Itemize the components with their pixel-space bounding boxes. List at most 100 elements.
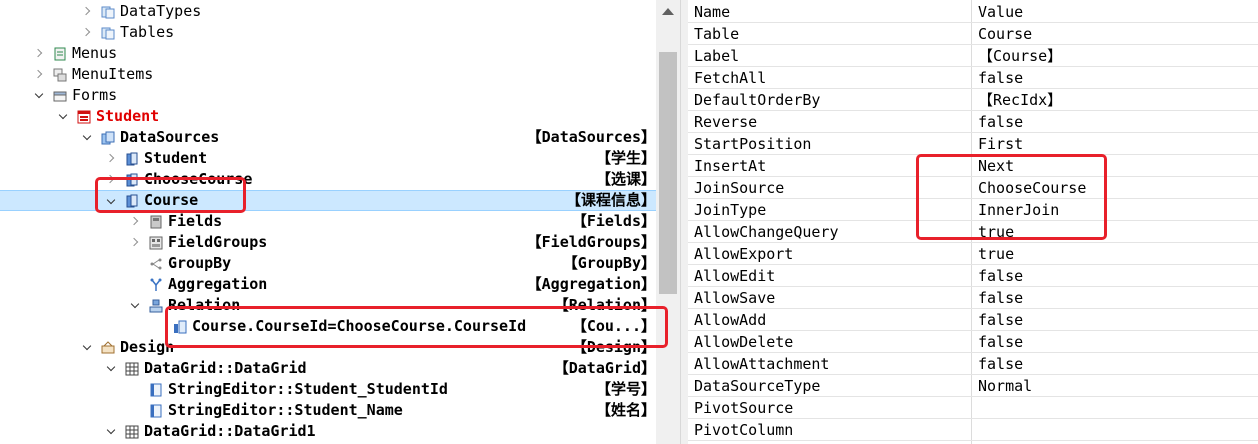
property-value[interactable]: false <box>972 308 1258 330</box>
expand-right-chevron-icon[interactable] <box>33 64 45 85</box>
property-name: AllowAttachment <box>694 355 830 373</box>
string-editor-icon <box>149 403 163 418</box>
property-row[interactable]: Label 【Course】 <box>688 44 1258 67</box>
datasource-icon <box>125 151 139 166</box>
property-row[interactable]: DataSourceType Normal <box>688 374 1258 397</box>
tree-node-label: Tables <box>120 23 175 41</box>
tree-node[interactable]: DataGrid::DataGrid1 <box>0 421 656 442</box>
menu-icon <box>53 46 67 61</box>
expand-down-chevron-icon[interactable] <box>105 421 117 442</box>
tree-node[interactable]: Forms <box>0 85 656 106</box>
tree-node-caption: 【选课】 <box>593 169 656 190</box>
tree-node-label: GroupBy <box>168 254 232 272</box>
property-name: Reverse <box>694 113 758 131</box>
property-name: AllowEdit <box>694 267 776 285</box>
property-value[interactable]: 【Course】 <box>972 44 1258 66</box>
tree-node-caption: 【GroupBy】 <box>560 253 656 274</box>
property-value[interactable]: true <box>972 242 1258 264</box>
expand-down-chevron-icon[interactable] <box>81 337 93 358</box>
tree-node-caption: 【学号】 <box>593 379 656 400</box>
tree-node-label: DataGrid::DataGrid1 <box>144 422 316 440</box>
tree-scrollbar[interactable] <box>656 0 680 444</box>
property-row[interactable]: PivotColumn <box>688 418 1258 441</box>
tree-node[interactable]: FieldGroups 【FieldGroups】 <box>0 232 656 253</box>
expand-down-chevron-icon[interactable] <box>129 295 141 316</box>
scroll-thumb[interactable] <box>659 52 677 294</box>
tree-node-label: Forms <box>72 86 118 104</box>
tree-node[interactable]: DataGrid::DataGrid 【DataGrid】 <box>0 358 656 379</box>
tree-node-caption: 【Fields】 <box>569 211 656 232</box>
property-row[interactable]: PivotSource <box>688 396 1258 419</box>
tree-node-caption: 【DataGrid】 <box>551 358 656 379</box>
property-value[interactable]: false <box>972 110 1258 132</box>
property-value[interactable]: false <box>972 352 1258 374</box>
expand-down-chevron-icon[interactable] <box>57 106 69 127</box>
tree-node[interactable]: Menus <box>0 43 656 64</box>
property-value[interactable]: Normal <box>972 374 1258 396</box>
solution-tree[interactable]: DataTypes Tables Menus MenuItems Forms Studen… <box>0 0 656 444</box>
property-name: AllowDelete <box>694 333 794 351</box>
property-name: AllowAdd <box>694 311 767 329</box>
property-row[interactable]: AllowAdd false <box>688 308 1258 331</box>
value-column-header: Value <box>978 3 1024 21</box>
property-name: StartPosition <box>694 135 812 153</box>
property-value[interactable]: false <box>972 330 1258 352</box>
expand-right-chevron-icon[interactable] <box>129 211 141 232</box>
string-editor-icon <box>149 382 163 397</box>
tree-node[interactable]: Student 【学生】 <box>0 148 656 169</box>
expand-right-chevron-icon[interactable] <box>33 43 45 64</box>
tree-node-caption: 【课程信息】 <box>563 191 656 210</box>
property-name: DefaultOrderBy <box>694 91 821 109</box>
datagrid-icon <box>125 424 139 439</box>
property-row[interactable]: AllowDelete false <box>688 330 1258 353</box>
property-row[interactable]: Reverse false <box>688 110 1258 133</box>
property-name: Label <box>694 47 740 65</box>
tree-node[interactable]: DataTypes <box>0 1 656 22</box>
tree-node[interactable]: MenuItems <box>0 64 656 85</box>
scroll-up-arrow-icon[interactable] <box>662 8 674 15</box>
property-row[interactable]: AllowSave false <box>688 286 1258 309</box>
design-icon <box>101 340 115 354</box>
property-name: Table <box>694 25 740 43</box>
property-value[interactable] <box>972 418 1258 440</box>
relation-icon <box>149 298 163 313</box>
tree-node[interactable]: Tables <box>0 22 656 43</box>
tree-node[interactable]: GroupBy 【GroupBy】 <box>0 253 656 274</box>
tree-node[interactable]: Aggregation 【Aggregation】 <box>0 274 656 295</box>
property-row[interactable]: FetchAll false <box>688 66 1258 89</box>
expand-down-chevron-icon[interactable] <box>105 358 117 379</box>
property-value[interactable]: false <box>972 66 1258 88</box>
tree-node[interactable]: Student <box>0 106 656 127</box>
property-value[interactable]: 【RecIdx】 <box>972 88 1258 110</box>
property-value[interactable]: Course <box>972 22 1258 44</box>
property-name: FetchAll <box>694 69 767 87</box>
tree-node-caption: 【姓名】 <box>593 400 656 421</box>
property-value[interactable]: false <box>972 264 1258 286</box>
tree-node[interactable]: StringEditor::Student_Name 【姓名】 <box>0 400 656 421</box>
tree-node[interactable]: Fields 【Fields】 <box>0 211 656 232</box>
property-row[interactable]: DefaultOrderBy 【RecIdx】 <box>688 88 1258 111</box>
expand-right-chevron-icon[interactable] <box>129 232 141 253</box>
menu-items-icon <box>53 67 67 82</box>
property-row[interactable]: AllowAttachment false <box>688 352 1258 375</box>
expand-down-chevron-icon[interactable] <box>33 85 45 106</box>
course-highlight-box <box>95 177 246 213</box>
join-properties-highlight-box <box>916 154 1107 240</box>
tree-node[interactable]: DataSources 【DataSources】 <box>0 127 656 148</box>
tree-node-label: StringEditor::Student_StudentId <box>168 380 448 398</box>
property-value[interactable]: false <box>972 286 1258 308</box>
tree-node[interactable]: StringEditor::Student_StudentId 【学号】 <box>0 379 656 400</box>
property-row[interactable]: AllowEdit false <box>688 264 1258 287</box>
expand-right-chevron-icon[interactable] <box>81 1 93 22</box>
expand-down-chevron-icon[interactable] <box>81 127 93 148</box>
property-row[interactable]: AllowExport true <box>688 242 1258 265</box>
property-row[interactable]: StartPosition First <box>688 132 1258 155</box>
property-header-row: Name Value <box>688 0 1258 23</box>
property-row[interactable]: Table Course <box>688 22 1258 45</box>
expand-right-chevron-icon[interactable] <box>81 22 93 43</box>
name-column-header: Name <box>694 3 731 21</box>
property-name: PivotSource <box>694 399 794 417</box>
property-value[interactable] <box>972 396 1258 418</box>
expand-right-chevron-icon[interactable] <box>105 148 117 169</box>
property-value[interactable]: First <box>972 132 1258 154</box>
